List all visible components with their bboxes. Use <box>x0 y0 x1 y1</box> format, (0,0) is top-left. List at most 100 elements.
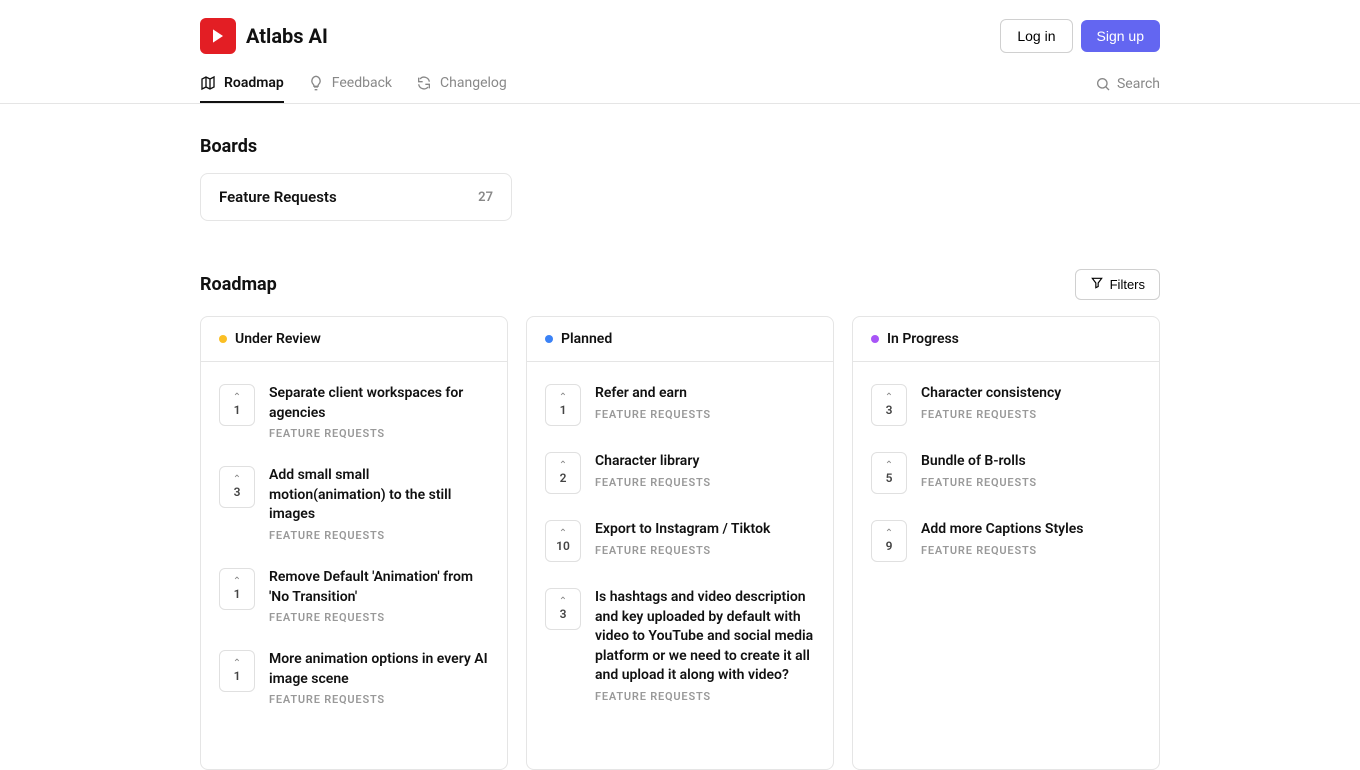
column-in-progress: In Progress ⌃3Character consistencyFEATU… <box>852 316 1160 770</box>
vote-count: 3 <box>560 607 567 621</box>
board-count: 27 <box>478 190 493 205</box>
roadmap-header: Roadmap Filters <box>200 269 1160 300</box>
card[interactable]: ⌃3 Add small small motion(animation) to t… <box>215 456 493 558</box>
card-label: FEATURE REQUESTS <box>921 544 1141 557</box>
nav-changelog-label: Changelog <box>440 75 507 91</box>
chevron-up-icon: ⌃ <box>885 529 893 539</box>
card-body: Refer and earnFEATURE REQUESTS <box>595 384 815 426</box>
card[interactable]: ⌃9 Add more Captions StylesFEATURE REQUES… <box>867 510 1145 578</box>
card-title: Separate client workspaces for agencies <box>269 384 489 423</box>
nav-roadmap[interactable]: Roadmap <box>200 64 284 103</box>
vote-button[interactable]: ⌃5 <box>871 452 907 494</box>
signup-button[interactable]: Sign up <box>1081 20 1160 52</box>
filters-button[interactable]: Filters <box>1075 269 1160 300</box>
chevron-up-icon: ⌃ <box>885 461 893 471</box>
chevron-up-icon: ⌃ <box>559 393 567 403</box>
status-dot <box>545 335 553 343</box>
nav-changelog[interactable]: Changelog <box>416 64 507 103</box>
card-body: Is hashtags and video description and ke… <box>595 588 815 703</box>
header-right: Log in Sign up <box>1000 19 1160 53</box>
search-icon <box>1095 76 1111 92</box>
board-name: Feature Requests <box>219 188 337 206</box>
card-body: Export to Instagram / TiktokFEATURE REQU… <box>595 520 815 562</box>
column-body-in-progress[interactable]: ⌃3Character consistencyFEATURE REQUESTS … <box>853 362 1159 769</box>
brand-logo[interactable] <box>200 18 236 54</box>
card-label: FEATURE REQUESTS <box>269 427 489 440</box>
lightbulb-icon <box>308 75 324 91</box>
card-title: Bundle of B-rolls <box>921 452 1141 472</box>
vote-button[interactable]: ⌃1 <box>219 650 255 692</box>
vote-count: 1 <box>234 587 241 601</box>
search-label: Search <box>1117 76 1160 92</box>
nav-feedback[interactable]: Feedback <box>308 64 392 103</box>
roadmap-columns: Under Review ⌃1Separate client workspace… <box>200 316 1160 770</box>
refresh-icon <box>416 75 432 91</box>
boards-heading: Boards <box>200 136 1160 157</box>
card[interactable]: ⌃1 More animation options in every AI ima… <box>215 640 493 722</box>
column-header-under-review: Under Review <box>201 317 507 362</box>
nav-left: Roadmap Feedback Changelog <box>200 64 507 103</box>
card-title: More animation options in every AI image… <box>269 650 489 689</box>
vote-count: 10 <box>556 539 570 553</box>
vote-button[interactable]: ⌃3 <box>545 588 581 630</box>
content: Boards Feature Requests 27 Roadmap Filte… <box>0 104 1360 770</box>
card[interactable]: ⌃3 Is hashtags and video description and … <box>541 578 819 719</box>
card[interactable]: ⌃5 Bundle of B-rollsFEATURE REQUESTS <box>867 442 1145 510</box>
chevron-up-icon: ⌃ <box>233 475 241 485</box>
vote-button[interactable]: ⌃10 <box>545 520 581 562</box>
column-body-planned[interactable]: ⌃1Refer and earnFEATURE REQUESTS ⌃2Chara… <box>527 362 833 769</box>
vote-count: 2 <box>560 471 567 485</box>
card[interactable]: ⌃1 Refer and earnFEATURE REQUESTS <box>541 374 819 442</box>
card-body: Add small small motion(animation) to the… <box>269 466 489 542</box>
card-body: Separate client workspaces for agencies F… <box>269 384 489 440</box>
card[interactable]: ⌃1 Separate client workspaces for agencie… <box>215 374 493 456</box>
vote-count: 1 <box>234 669 241 683</box>
vote-button[interactable]: ⌃2 <box>545 452 581 494</box>
roadmap-title: Roadmap <box>200 274 277 295</box>
filter-icon <box>1090 276 1104 293</box>
board-card-feature-requests[interactable]: Feature Requests 27 <box>200 173 512 221</box>
card[interactable]: ⌃10 Export to Instagram / TiktokFEATURE R… <box>541 510 819 578</box>
card-label: FEATURE REQUESTS <box>595 408 815 421</box>
vote-button[interactable]: ⌃1 <box>545 384 581 426</box>
card-body: More animation options in every AI image… <box>269 650 489 706</box>
card[interactable]: ⌃2 Character libraryFEATURE REQUESTS <box>541 442 819 510</box>
header-left: Atlabs AI <box>200 18 328 54</box>
vote-count: 5 <box>886 471 893 485</box>
vote-count: 3 <box>886 403 893 417</box>
vote-button[interactable]: ⌃3 <box>871 384 907 426</box>
column-title: Planned <box>561 331 612 347</box>
search-button[interactable]: Search <box>1095 76 1160 92</box>
vote-button[interactable]: ⌃1 <box>219 384 255 426</box>
vote-button[interactable]: ⌃9 <box>871 520 907 562</box>
column-header-planned: Planned <box>527 317 833 362</box>
nav-roadmap-label: Roadmap <box>224 75 284 91</box>
vote-count: 1 <box>560 403 567 417</box>
card-title: Remove Default 'Animation' from 'No Tran… <box>269 568 489 607</box>
chevron-up-icon: ⌃ <box>559 529 567 539</box>
card[interactable]: ⌃1 Remove Default 'Animation' from 'No Tr… <box>215 558 493 640</box>
column-title: In Progress <box>887 331 959 347</box>
card-title: Export to Instagram / Tiktok <box>595 520 815 540</box>
login-button[interactable]: Log in <box>1000 19 1072 53</box>
card[interactable]: ⌃3 Character consistencyFEATURE REQUESTS <box>867 374 1145 442</box>
chevron-up-icon: ⌃ <box>233 577 241 587</box>
card-label: FEATURE REQUESTS <box>269 529 489 542</box>
play-icon <box>208 26 228 46</box>
card-body: Remove Default 'Animation' from 'No Tran… <box>269 568 489 624</box>
vote-button[interactable]: ⌃1 <box>219 568 255 610</box>
vote-button[interactable]: ⌃3 <box>219 466 255 508</box>
column-title: Under Review <box>235 331 321 347</box>
filters-label: Filters <box>1110 277 1145 292</box>
card-title: Add small small motion(animation) to the… <box>269 466 489 525</box>
map-icon <box>200 75 216 91</box>
card-body: Bundle of B-rollsFEATURE REQUESTS <box>921 452 1141 494</box>
chevron-up-icon: ⌃ <box>885 393 893 403</box>
card-body: Character libraryFEATURE REQUESTS <box>595 452 815 494</box>
card-body: Add more Captions StylesFEATURE REQUESTS <box>921 520 1141 562</box>
card-body: Character consistencyFEATURE REQUESTS <box>921 384 1141 426</box>
vote-count: 3 <box>234 485 241 499</box>
brand-name: Atlabs AI <box>246 24 328 48</box>
card-label: FEATURE REQUESTS <box>595 476 815 489</box>
column-body-under-review[interactable]: ⌃1Separate client workspaces for agencie… <box>201 362 507 769</box>
